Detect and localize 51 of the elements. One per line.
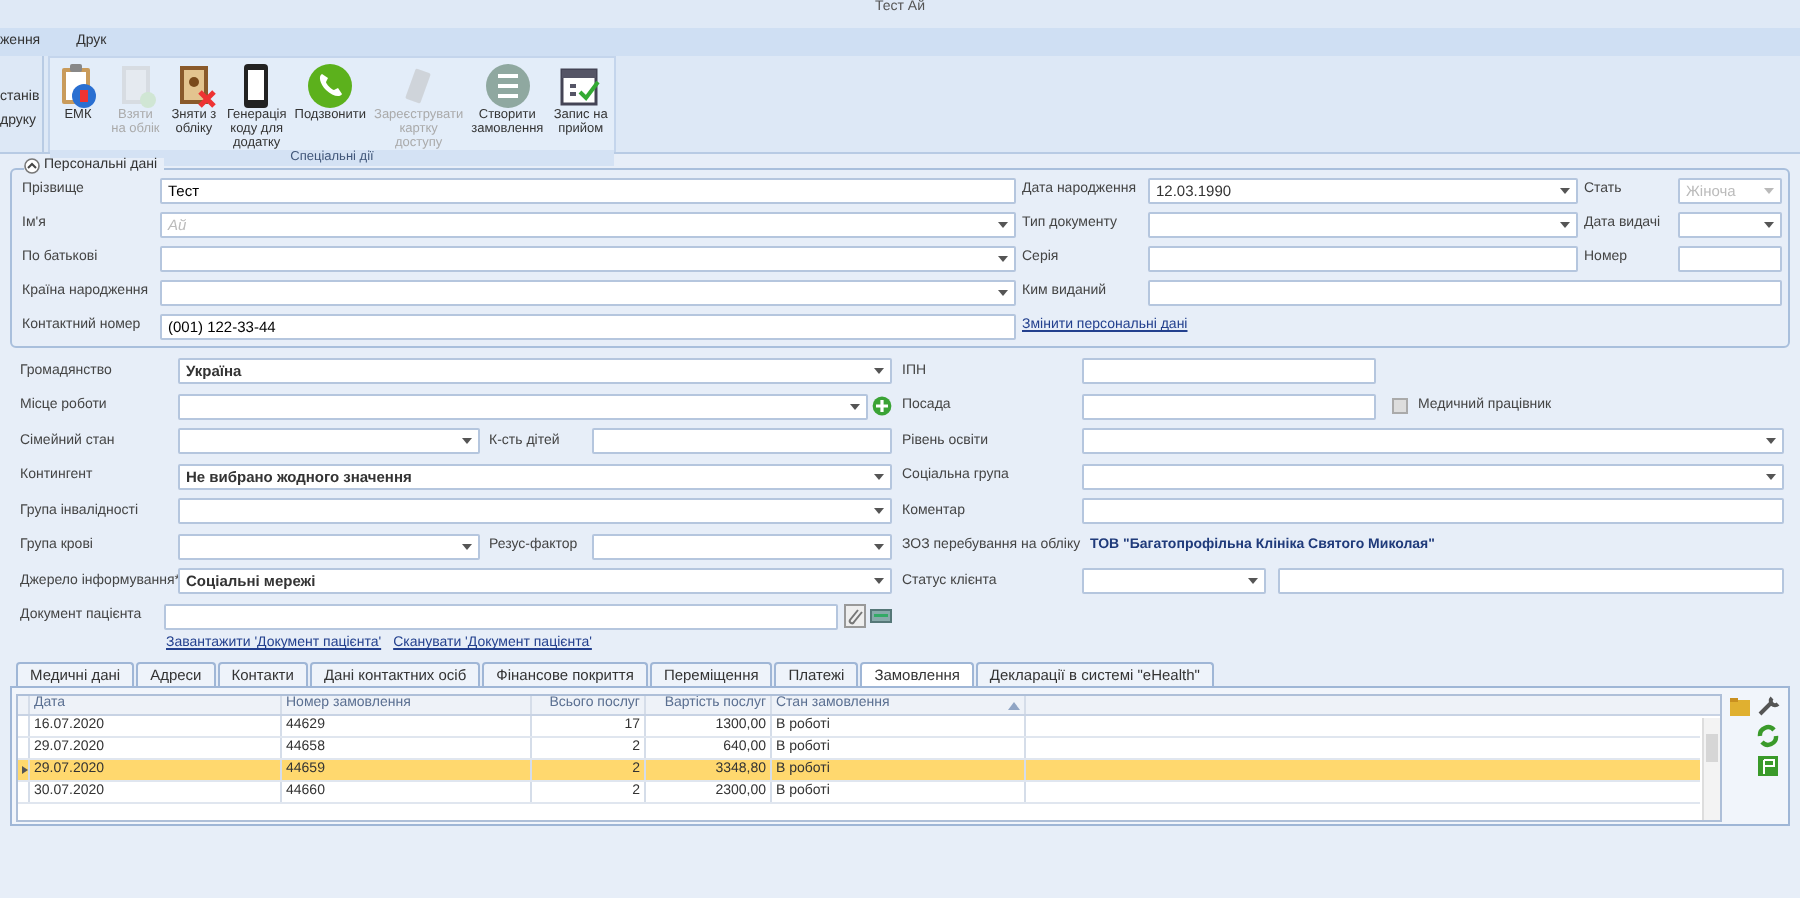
dropdown[interactable] — [178, 533, 479, 560]
dropdown[interactable] — [1678, 212, 1782, 238]
caret-icon — [998, 290, 1008, 296]
collapse-icon[interactable] — [24, 158, 40, 175]
text-field[interactable] — [1148, 280, 1782, 306]
checkbox[interactable] — [1392, 398, 1408, 415]
attach-icon[interactable] — [844, 604, 866, 629]
caret-icon — [874, 508, 884, 515]
dropdown[interactable] — [1148, 212, 1578, 238]
dropdown[interactable] — [178, 393, 868, 420]
caret-icon — [461, 438, 471, 445]
add-icon[interactable] — [872, 396, 892, 417]
caret-icon — [461, 543, 471, 550]
dropdown[interactable] — [178, 498, 892, 525]
caret-icon — [1766, 438, 1776, 445]
dropdown[interactable] — [1082, 463, 1784, 490]
dropdown[interactable] — [178, 428, 479, 455]
list-icon — [483, 62, 532, 110]
text-field[interactable] — [1082, 498, 1784, 525]
caret-icon — [874, 578, 884, 585]
dropdown[interactable] — [1082, 568, 1266, 595]
text-field[interactable] — [1082, 393, 1376, 420]
caret-icon — [1764, 222, 1774, 228]
caret-icon — [998, 222, 1008, 228]
caret-icon — [850, 403, 860, 410]
text-field[interactable] — [1678, 246, 1782, 272]
dropdown[interactable] — [1082, 428, 1784, 455]
caret-icon — [998, 256, 1008, 262]
caret-icon — [874, 473, 884, 480]
caret-icon — [1560, 188, 1570, 194]
refresh-icon[interactable] — [1756, 724, 1780, 748]
caret-icon — [1248, 578, 1258, 585]
text-field[interactable] — [1082, 358, 1376, 385]
dropdown[interactable] — [160, 280, 1016, 306]
dropdown[interactable] — [591, 533, 892, 560]
row-pointer-icon — [22, 766, 28, 774]
text-field[interactable] — [1278, 568, 1784, 595]
caret-icon — [1560, 222, 1570, 228]
caret-icon — [874, 543, 884, 550]
dropdown[interactable] — [160, 246, 1016, 272]
flag-icon[interactable] — [1756, 754, 1780, 778]
phone-call-icon — [306, 62, 355, 110]
caret-icon — [874, 368, 884, 375]
text-field[interactable] — [591, 428, 892, 455]
scrollbar[interactable] — [1702, 718, 1720, 820]
wrench-icon[interactable] — [1756, 694, 1780, 718]
text-field[interactable] — [1148, 246, 1578, 272]
caret-icon — [1764, 188, 1774, 194]
text-field[interactable] — [164, 603, 838, 630]
scanner-icon[interactable] — [870, 604, 892, 629]
caret-icon — [1766, 473, 1776, 480]
